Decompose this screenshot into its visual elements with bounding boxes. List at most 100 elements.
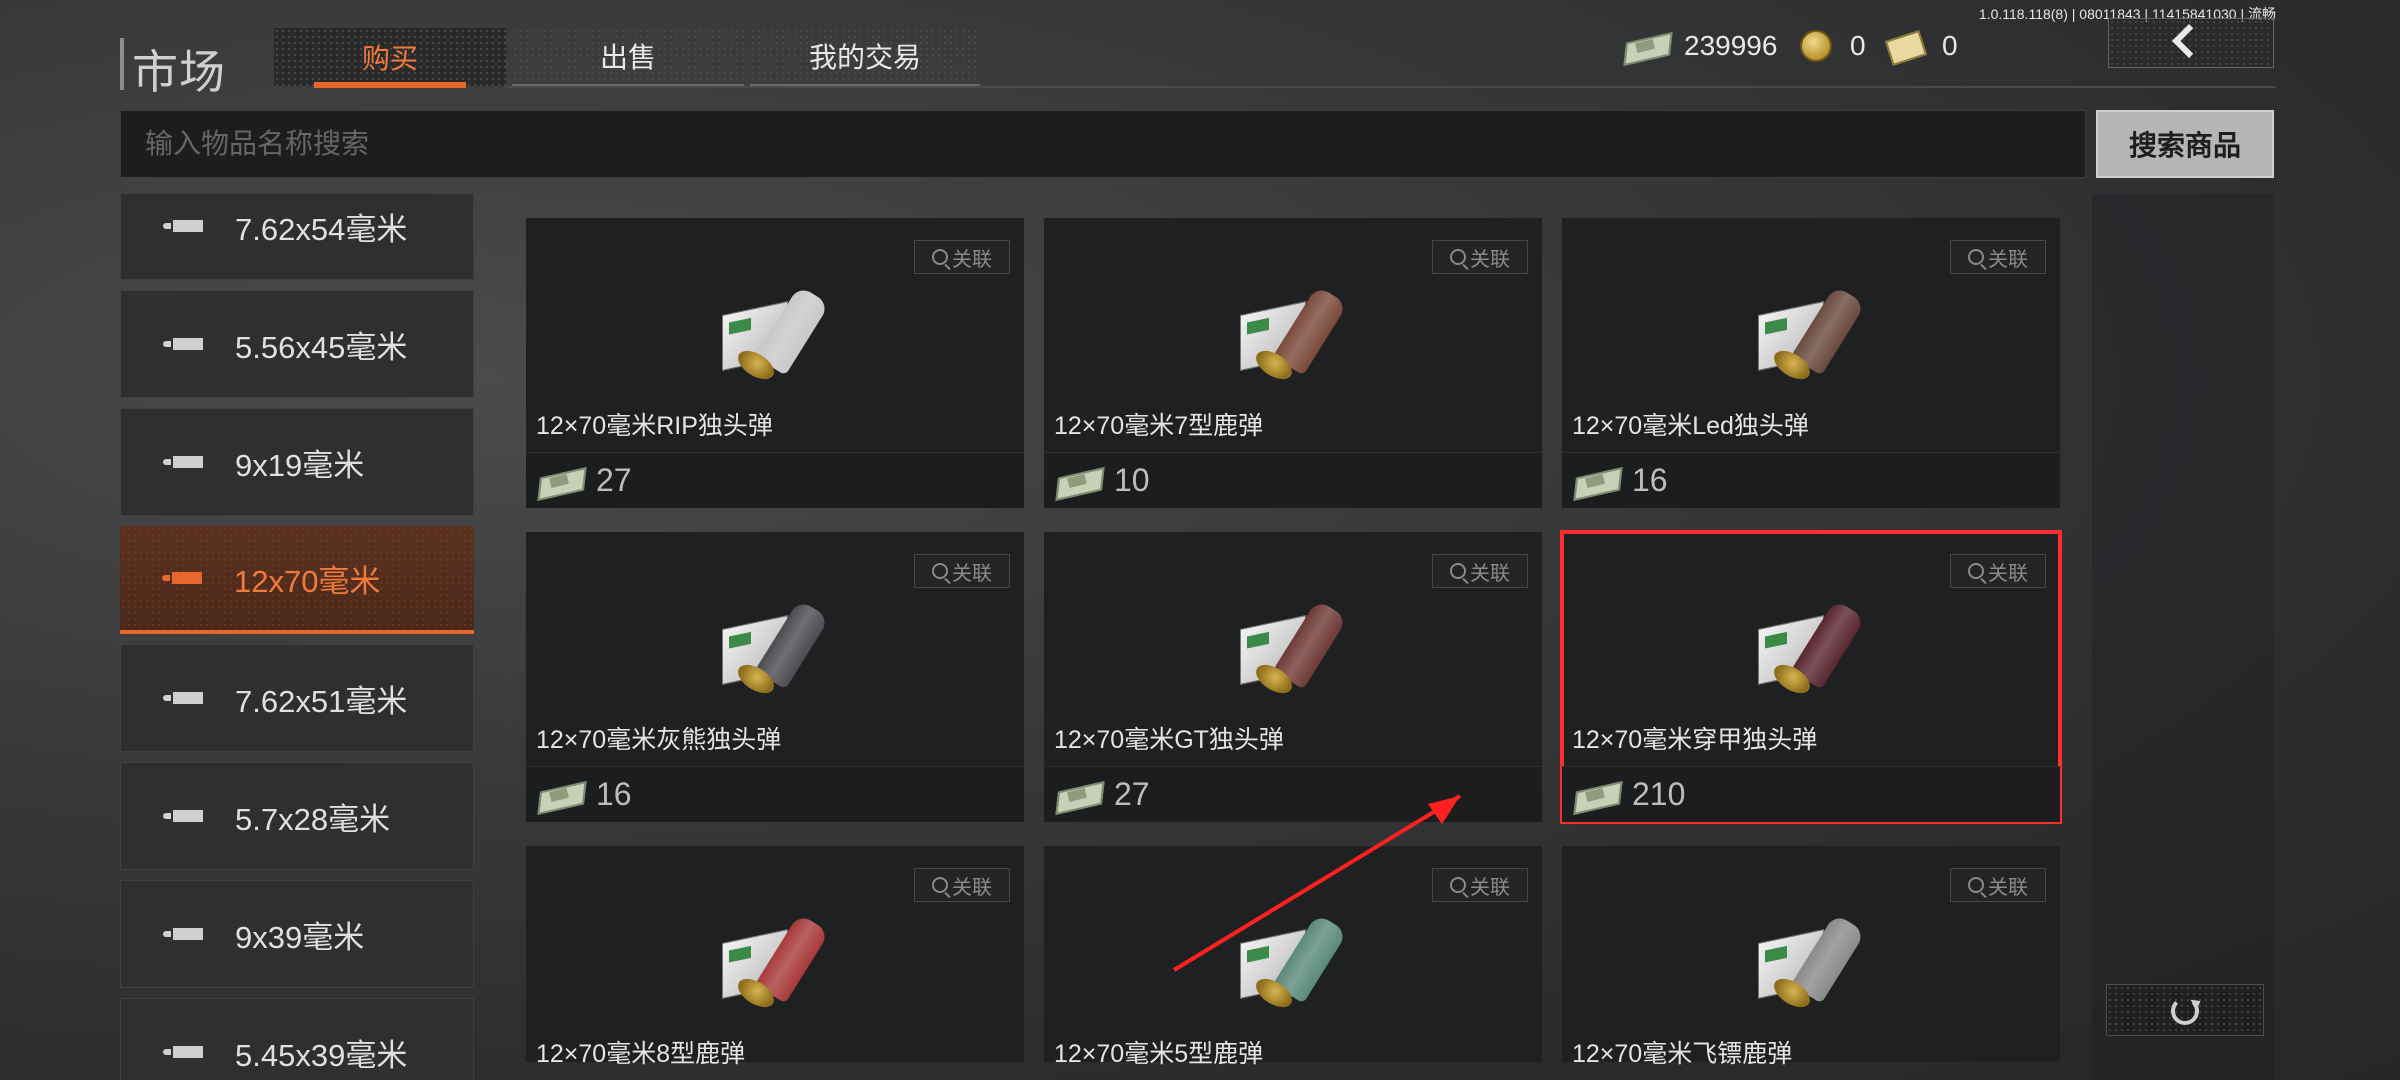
category-item[interactable]: 5.45x39毫米 [120,998,474,1080]
search-icon [932,877,948,893]
category-item[interactable]: 7.62x51毫米 [120,644,474,752]
bullet-icon [163,456,203,468]
item-name: 12×70毫米穿甲独头弹 [1572,726,1818,754]
cash-icon [1574,780,1620,810]
shotgun-shell-icon [722,586,830,699]
related-button[interactable]: 关联 [1432,240,1528,274]
category-item[interactable]: 5.7x28毫米 [120,762,474,870]
chevron-left-icon [2172,24,2206,58]
search-icon [932,249,948,265]
shotgun-shell-icon [1758,586,1866,699]
shotgun-shell-icon [1758,900,1866,1013]
item-price: 16 [596,776,632,812]
item-name: 12×70毫米8型鹿弹 [536,1040,746,1068]
search-icon [1968,877,1984,893]
currency-coin-value: 0 [1850,30,1866,61]
item-name: 12×70毫米GT独头弹 [1054,726,1284,754]
related-button[interactable]: 关联 [1432,554,1528,588]
item-name: 12×70毫米RIP独头弹 [536,412,773,440]
related-label: 关联 [1470,562,1510,585]
item-card[interactable]: 关联 12×70毫米GT独头弹 27 [1044,532,1542,822]
category-label: 5.45x39毫米 [235,1037,408,1073]
related-label: 关联 [1988,876,2028,899]
related-label: 关联 [1470,248,1510,271]
item-name: 12×70毫米5型鹿弹 [1054,1040,1264,1068]
cash-icon [538,780,584,810]
item-card[interactable]: 关联 12×70毫米RIP独头弹 27 [526,218,1024,508]
category-label: 5.56x45毫米 [235,329,408,365]
search-icon [932,563,948,579]
related-button[interactable]: 关联 [1950,240,2046,274]
title-bar-accent [120,38,124,90]
cash-icon [1056,466,1102,496]
shotgun-shell-icon [722,272,830,385]
category-item[interactable]: 12x70毫米 [120,526,474,634]
item-price: 10 [1114,462,1150,498]
cash-icon [538,466,584,496]
annotation-arrow [1172,794,1462,972]
item-price: 27 [596,462,632,498]
item-card[interactable]: 关联 12×70毫米8型鹿弹 [526,846,1024,1068]
item-price-row: 16 [526,766,1024,822]
annotation-arrow-line [1172,794,1462,972]
cash-icon [1624,31,1670,61]
search-button[interactable]: 搜索商品 [2096,110,2274,178]
item-price-row: 10 [1044,452,1542,508]
category-label: 7.62x54毫米 [235,211,408,247]
category-label: 9x39毫米 [235,919,365,955]
coin-icon [1800,30,1832,62]
search-icon [1968,563,1984,579]
item-card[interactable]: 关联 12×70毫米飞镖鹿弹 [1562,846,2060,1068]
related-label: 关联 [952,562,992,585]
shotgun-shell-icon [1240,272,1348,385]
item-price: 16 [1632,462,1668,498]
bullet-icon [163,810,203,822]
category-sidebar[interactable]: 7.62x54毫米 5.56x45毫米 9x19毫米 12x70毫米 7.62x51毫米… [120,194,474,1080]
related-label: 关联 [952,248,992,271]
search-input[interactable] [120,110,2086,178]
shotgun-shell-icon [1240,586,1348,699]
category-item[interactable]: 9x19毫米 [120,408,474,516]
item-price-row: 210 [1562,766,2060,822]
related-label: 关联 [952,876,992,899]
bullet-icon [163,928,203,940]
item-card[interactable]: 关联 12×70毫米7型鹿弹 10 [1044,218,1542,508]
search-icon [1450,249,1466,265]
bullet-icon [163,220,203,232]
tab-sell[interactable]: 出售 [512,28,744,86]
category-label: 7.62x51毫米 [235,683,408,719]
item-card[interactable]: 关联 12×70毫米Led独头弹 16 [1562,218,2060,508]
related-button[interactable]: 关联 [914,554,1010,588]
item-card[interactable]: 关联 12×70毫米穿甲独头弹 210 [1560,530,2062,824]
category-label: 9x19毫米 [235,447,365,483]
refresh-button[interactable] [2106,984,2264,1036]
item-price: 27 [1114,776,1150,812]
bullet-icon [162,572,202,584]
related-button[interactable]: 关联 [914,240,1010,274]
related-button[interactable]: 关联 [1950,868,2046,902]
related-button[interactable]: 关联 [914,868,1010,902]
item-name: 12×70毫米Led独头弹 [1572,412,1809,440]
category-item[interactable]: 5.56x45毫米 [120,290,474,398]
category-item[interactable]: 9x39毫米 [120,880,474,988]
item-name: 12×70毫米飞镖鹿弹 [1572,1040,1793,1068]
bullet-icon [163,692,203,704]
shotgun-shell-icon [722,900,830,1013]
cash-icon [1574,466,1620,496]
header-divider [506,86,2276,88]
tab-my-trades[interactable]: 我的交易 [750,28,980,86]
item-name: 12×70毫米7型鹿弹 [1054,412,1264,440]
bullet-icon [163,338,203,350]
category-item[interactable]: 7.62x54毫米 [120,194,474,280]
item-card[interactable]: 关联 12×70毫米灰熊独头弹 16 [526,532,1024,822]
currency-coin: 0 [1800,22,1866,70]
related-label: 关联 [1988,562,2028,585]
tab-buy[interactable]: 购买 [274,28,506,88]
item-price-row: 27 [526,452,1024,508]
category-label: 5.7x28毫米 [235,801,391,837]
currency-cash-value: 239996 [1684,30,1778,61]
back-button[interactable] [2108,18,2274,68]
related-button[interactable]: 关联 [1950,554,2046,588]
right-column [2092,194,2274,1080]
cash-icon [1056,780,1102,810]
